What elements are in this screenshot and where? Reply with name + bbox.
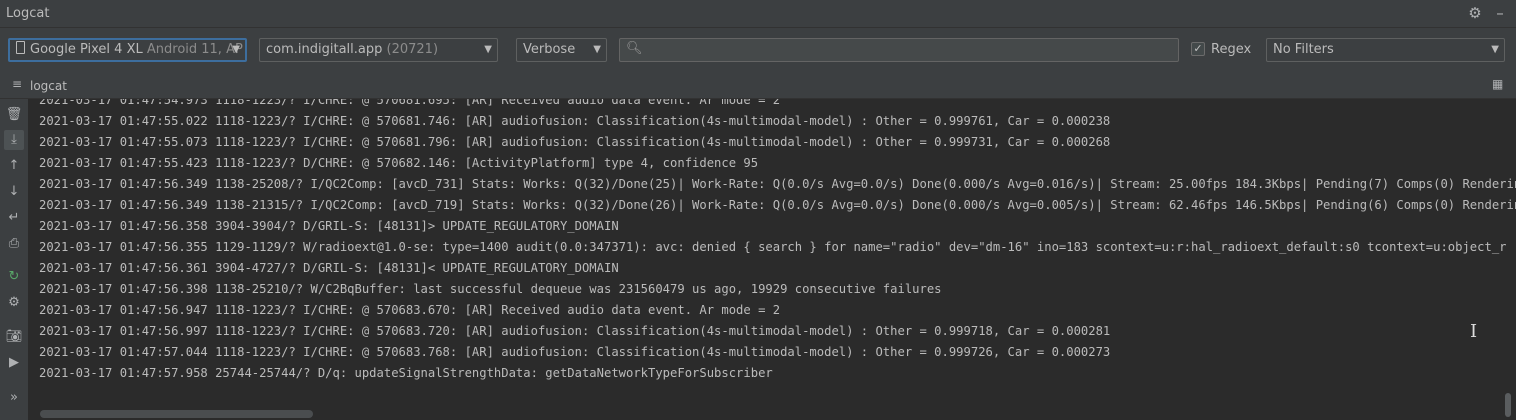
video-icon[interactable]: ▶ (4, 353, 24, 373)
log-line: 2021-03-17 01:47:56.997 1118-1223/? I/CH… (39, 324, 1111, 338)
print-icon[interactable]: ⎙ (4, 234, 24, 254)
trash-icon[interactable]: 🗑︎ (4, 105, 24, 125)
tab-logcat[interactable]: logcat (30, 79, 67, 93)
logcat-titlebar: Logcat ⚙ – (0, 0, 1516, 28)
chevron-down-icon: ▼ (1491, 44, 1499, 55)
chevron-down-icon: ▼ (593, 44, 601, 55)
log-line: 2021-03-17 01:47:57.958 25744-25744/? D/… (39, 366, 773, 380)
search-input[interactable]: 🔍︎ (619, 38, 1179, 62)
log-line: 2021-03-17 01:47:56.349 1138-25208/? I/Q… (39, 177, 1516, 191)
vertical-scrollbar[interactable] (1505, 393, 1511, 417)
layout-icon[interactable]: ▦ (1492, 77, 1503, 91)
log-line: 2021-03-17 01:47:56.947 1118-1223/? I/CH… (39, 303, 781, 317)
log-line: 2021-03-17 01:47:56.398 1138-25210/? W/C… (39, 282, 942, 296)
window-title: Logcat (6, 6, 50, 21)
search-icon: 🔍︎ (626, 41, 643, 56)
chevron-down-icon: ▼ (484, 44, 492, 55)
arrow-up-icon[interactable]: ↑ (4, 156, 24, 176)
process-name: com.indigitall.app (266, 42, 383, 57)
log-line: 2021-03-17 01:47:57.044 1118-1223/? I/CH… (39, 345, 1111, 359)
process-selector[interactable]: com.indigitall.app (20721) ▼ (259, 38, 498, 62)
text-cursor-icon: I (1470, 321, 1478, 342)
phone-icon (16, 41, 25, 54)
side-toolbar: 🗑︎ ⤓ ↑ ↓ ↵ ⎙ ↻ ⚙ 📷︎ ▶ » (0, 99, 28, 420)
soft-wrap-icon[interactable]: ↵ (4, 208, 24, 228)
chevron-down-icon: ▼ (232, 44, 240, 55)
regex-label: Regex (1211, 42, 1252, 57)
more-icon[interactable]: » (4, 388, 24, 408)
log-output[interactable]: 2021-03-17 01:47:54.973 1118-1223/? I/CH… (28, 99, 1516, 420)
filter-value: No Filters (1273, 42, 1334, 57)
log-line: 2021-03-17 01:47:54.973 1118-1223/? I/CH… (39, 99, 781, 107)
filter-selector[interactable]: No Filters ▼ (1266, 38, 1505, 62)
settings-icon[interactable]: ⚙ (4, 293, 24, 313)
device-os: Android 11, AP (146, 42, 243, 57)
log-level-value: Verbose (523, 42, 576, 57)
log-line: 2021-03-17 01:47:56.361 3904-4727/? D/GR… (39, 261, 619, 275)
camera-icon[interactable]: 📷︎ (4, 327, 24, 347)
log-line: 2021-03-17 01:47:56.355 1129-1129/? W/ra… (39, 240, 1507, 254)
device-name: Google Pixel 4 XL (30, 42, 143, 57)
log-line: 2021-03-17 01:47:56.349 1138-21315/? I/Q… (39, 198, 1516, 212)
horizontal-scrollbar[interactable] (40, 410, 313, 418)
process-pid: (20721) (386, 42, 439, 57)
log-line: 2021-03-17 01:47:55.073 1118-1223/? I/CH… (39, 135, 1111, 149)
scroll-to-end-icon[interactable]: ⤓ (4, 130, 24, 150)
minimize-icon[interactable]: – (1491, 4, 1509, 22)
restart-icon[interactable]: ↻ (4, 267, 24, 287)
gear-icon[interactable]: ⚙ (1466, 4, 1484, 22)
log-line: 2021-03-17 01:47:56.358 3904-3904/? D/GR… (39, 219, 619, 233)
log-level-selector[interactable]: Verbose ▼ (516, 38, 607, 62)
device-selector[interactable]: Google Pixel 4 XL Android 11, AP ▼ (8, 38, 247, 62)
regex-checkbox[interactable]: ✓ (1191, 42, 1205, 56)
log-line: 2021-03-17 01:47:55.022 1118-1223/? I/CH… (39, 114, 1111, 128)
list-icon: ≡ (12, 77, 23, 91)
arrow-down-icon[interactable]: ↓ (4, 182, 24, 202)
logcat-tabbar: ≡ logcat ▦ (0, 73, 1516, 99)
log-line: 2021-03-17 01:47:55.423 1118-1223/? D/CH… (39, 156, 759, 170)
